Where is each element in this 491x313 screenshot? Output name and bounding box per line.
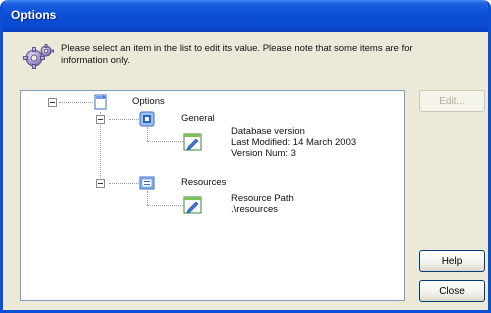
detail-line: Last Modified: 14 March 2003: [231, 137, 357, 148]
tree-connector: [109, 183, 139, 184]
detail-line: Version Num: 3: [231, 148, 296, 159]
tree-connector: [147, 127, 148, 141]
detail-line: Database version: [231, 126, 305, 137]
general-details[interactable]: Database version Last Modified: 14 March…: [231, 126, 356, 159]
tree-connector: [147, 141, 183, 142]
close-button[interactable]: Close: [419, 280, 485, 302]
options-window: Options Please select an item in the lis…: [0, 0, 491, 313]
tree-connector: [147, 191, 148, 205]
window-title: Options: [11, 8, 57, 22]
settings-node-icon: [139, 111, 155, 127]
title-bar[interactable]: Options: [3, 0, 488, 32]
options-tree[interactable]: Options General Database version Last Mo…: [20, 90, 405, 301]
document-icon: [94, 94, 107, 110]
collapse-general-toggle[interactable]: [96, 115, 105, 124]
collapse-root-toggle[interactable]: [48, 98, 57, 107]
edit-button[interactable]: Edit...: [419, 90, 485, 112]
info-message: Please select an item in the list to edi…: [61, 43, 413, 66]
gears-icon: [23, 44, 54, 69]
edit-item-icon: [183, 196, 202, 214]
help-button[interactable]: Help: [419, 250, 485, 272]
resources-details[interactable]: Resource Path .\resources: [231, 193, 294, 215]
edit-item-icon: [183, 133, 202, 151]
tree-node-general[interactable]: General: [181, 113, 215, 124]
tree-connector: [59, 102, 93, 103]
tree-connector: [147, 205, 183, 206]
tree-connector: [109, 119, 139, 120]
detail-line: .\resources: [231, 204, 278, 215]
tree-node-options[interactable]: Options: [132, 96, 165, 107]
resources-node-icon: [139, 176, 155, 190]
detail-line: Resource Path: [231, 193, 294, 204]
tree-node-resources[interactable]: Resources: [181, 177, 226, 188]
collapse-resources-toggle[interactable]: [96, 179, 105, 188]
